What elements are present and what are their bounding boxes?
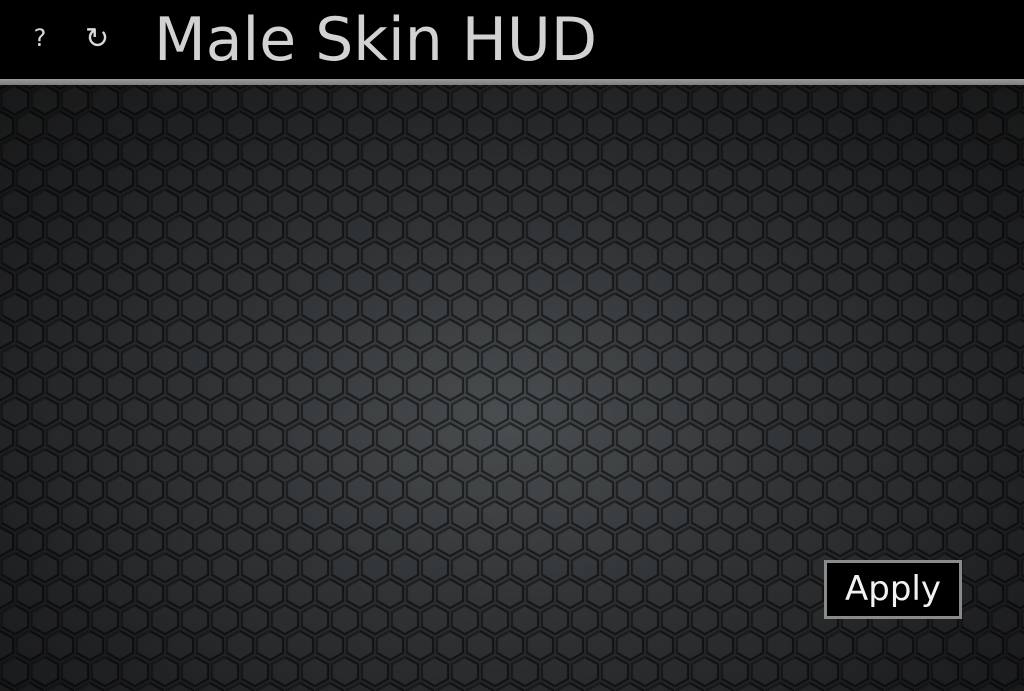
page-title: Male Skin HUD [154,5,598,75]
reload-icon[interactable]: ↻ [80,18,114,58]
hud-window: ? ↻ Male Skin HUD Apply [0,0,1024,691]
hexagon-background-panel: Apply [0,85,1024,691]
title-bar: ? ↻ Male Skin HUD [0,0,1024,79]
help-icon[interactable]: ? [26,18,54,58]
apply-button[interactable]: Apply [824,560,962,619]
